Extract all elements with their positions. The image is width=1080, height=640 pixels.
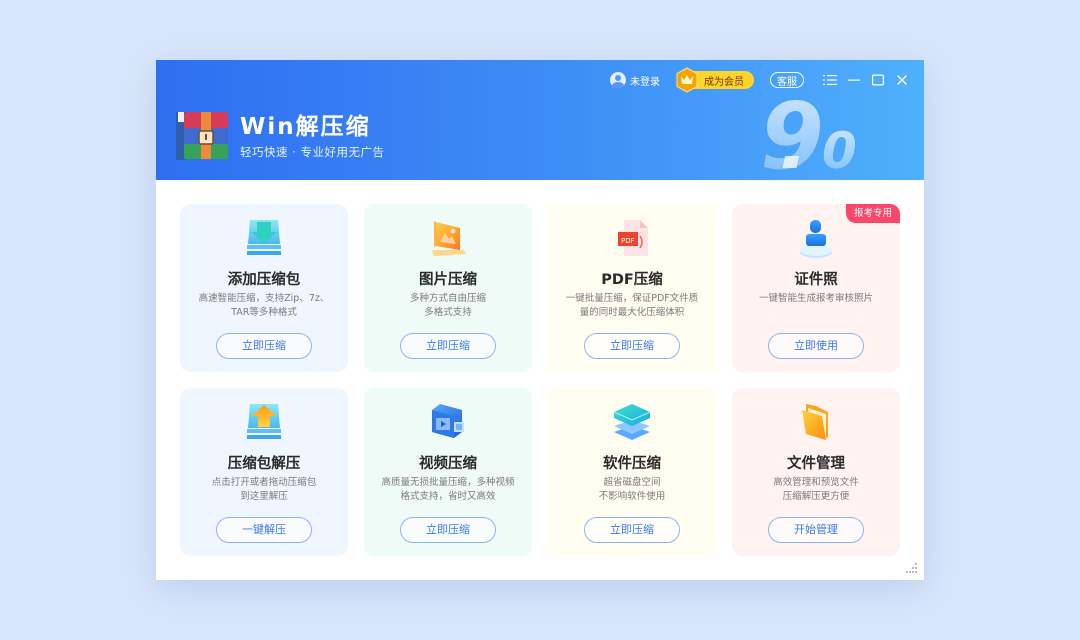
app-title: Win解压缩 <box>240 113 371 140</box>
card-desc-line: 到这里解压 <box>240 491 288 502</box>
card-add-archive[interactable]: 添加压缩包 高速智能压缩，支持Zip、7z、 TAR等多种格式 立即压缩 <box>180 204 348 372</box>
login-button[interactable]: 未登录 <box>610 72 660 88</box>
card-description: 高效管理和预览文件 压缩解压更方便 <box>742 476 890 504</box>
card-desc-line: 压缩解压更方便 <box>782 491 850 502</box>
extract-icon <box>247 404 281 439</box>
close-icon <box>897 75 907 85</box>
id-photo-icon <box>800 220 832 258</box>
app-window: 9 0 未登录 成为会员 客服 Win解压缩 轻巧快速 · 专业好用无广告 添加… <box>156 60 924 580</box>
compress-now-button[interactable]: 立即压缩 <box>216 333 312 359</box>
card-desc-line: 点击打开或者拖动压缩包 <box>211 477 317 488</box>
card-file-manager[interactable]: 文件管理 高效管理和预览文件 压缩解压更方便 开始管理 <box>732 388 900 556</box>
card-description: 多种方式自由压缩 多格式支持 <box>374 292 522 320</box>
title-bar-controls: 未登录 成为会员 客服 <box>610 67 914 93</box>
exam-only-badge: 报考专用 <box>845 204 900 223</box>
card-software-compress[interactable]: 软件压缩 超省磁盘空间 不影响软件使用 立即压缩 <box>548 388 716 556</box>
version-dot <box>782 156 800 168</box>
app-subtitle: 轻巧快速 · 专业好用无广告 <box>240 144 385 159</box>
compress-now-button[interactable]: 立即压缩 <box>584 333 680 359</box>
software-icon <box>613 404 651 440</box>
version-watermark: 9 0 <box>760 86 857 180</box>
card-description: 高速智能压缩，支持Zip、7z、 TAR等多种格式 <box>190 292 338 320</box>
card-title: 压缩包解压 <box>227 456 301 472</box>
vip-button[interactable]: 成为会员 <box>676 67 754 93</box>
resize-grip-icon[interactable] <box>904 562 918 574</box>
minimize-icon <box>848 79 860 81</box>
card-desc-line: 不影响软件使用 <box>598 491 666 502</box>
crown-icon <box>676 67 698 93</box>
card-desc-line: 量的同时最大化压缩体积 <box>579 307 685 318</box>
card-desc-line: TAR等多种格式 <box>231 307 297 318</box>
maximize-button[interactable] <box>866 69 890 91</box>
version-minor: 0 <box>822 122 857 180</box>
user-avatar-icon <box>610 72 626 88</box>
compress-now-button[interactable]: 立即压缩 <box>584 517 680 543</box>
card-desc-line: 高速智能压缩，支持Zip、7z、 <box>198 293 330 304</box>
brand: Win解压缩 轻巧快速 · 专业好用无广告 <box>176 110 384 162</box>
folder-icon <box>802 404 828 440</box>
menu-button[interactable] <box>818 69 842 91</box>
card-extract-archive[interactable]: 压缩包解压 点击打开或者拖动压缩包 到这里解压 一键解压 <box>180 388 348 556</box>
add-archive-icon <box>247 220 281 255</box>
minimize-button[interactable] <box>842 69 866 91</box>
card-image-compress[interactable]: 图片压缩 多种方式自由压缩 多格式支持 立即压缩 <box>364 204 532 372</box>
compress-now-button[interactable]: 立即压缩 <box>400 333 496 359</box>
menu-icon <box>823 75 837 85</box>
vip-label: 成为会员 <box>704 76 744 88</box>
start-manage-button[interactable]: 开始管理 <box>768 517 864 543</box>
card-video-compress[interactable]: 视频压缩 高质量无损批量压缩，多种视频 格式支持，省时又高效 立即压缩 <box>364 388 532 556</box>
card-title: 文件管理 <box>787 456 845 472</box>
use-now-button[interactable]: 立即使用 <box>768 333 864 359</box>
card-desc-line: 多种方式自由压缩 <box>409 293 486 304</box>
card-title: 添加压缩包 <box>227 272 301 288</box>
card-desc-line: 一键批量压缩，保证PDF文件质 <box>565 293 699 304</box>
card-description: 一键批量压缩，保证PDF文件质 量的同时最大化压缩体积 <box>558 292 706 320</box>
one-click-extract-button[interactable]: 一键解压 <box>216 517 312 543</box>
card-description: 超省磁盘空间 不影响软件使用 <box>558 476 706 504</box>
card-description: 高质量无损批量压缩，多种视频 格式支持，省时又高效 <box>374 476 522 504</box>
card-id-photo[interactable]: 报考专用 证件照 一键智能生成报考审核照片 立即使用 <box>732 204 900 372</box>
card-desc-line: 超省磁盘空间 <box>603 477 661 488</box>
card-title: 图片压缩 <box>419 272 477 288</box>
card-description: 一键智能生成报考审核照片 <box>742 292 890 306</box>
maximize-icon <box>872 74 884 86</box>
card-title: 软件压缩 <box>603 456 661 472</box>
card-title: 证件照 <box>794 272 838 288</box>
header: 9 0 未登录 成为会员 客服 Win解压缩 轻巧快速 · 专业好用无广告 <box>156 60 924 180</box>
login-label: 未登录 <box>630 76 660 88</box>
app-logo-icon <box>176 112 228 160</box>
feature-grid: 添加压缩包 高速智能压缩，支持Zip、7z、 TAR等多种格式 立即压缩 图片压… <box>156 180 924 580</box>
card-desc-line: 一键智能生成报考审核照片 <box>758 293 873 304</box>
compress-now-button[interactable]: 立即压缩 <box>400 517 496 543</box>
card-desc-line: 高质量无损批量压缩，多种视频 <box>381 477 515 488</box>
customer-service-button[interactable]: 客服 <box>770 72 804 88</box>
video-icon <box>432 404 464 438</box>
card-desc-line: 高效管理和预览文件 <box>773 477 859 488</box>
card-desc-line: 多格式支持 <box>424 307 472 318</box>
close-button[interactable] <box>890 69 914 91</box>
card-title: 视频压缩 <box>419 456 477 472</box>
card-description: 点击打开或者拖动压缩包 到这里解压 <box>190 476 338 504</box>
card-desc-line: 格式支持，省时又高效 <box>400 491 496 502</box>
image-icon <box>432 221 466 256</box>
service-label: 客服 <box>777 76 797 88</box>
card-title: PDF压缩 <box>601 272 663 288</box>
card-pdf-compress[interactable]: PDF PDF压缩 一键批量压缩，保证PDF文件质 量的同时最大化压缩体积 立即… <box>548 204 716 372</box>
pdf-icon: PDF <box>618 220 648 256</box>
svg-text:PDF: PDF <box>621 237 635 245</box>
